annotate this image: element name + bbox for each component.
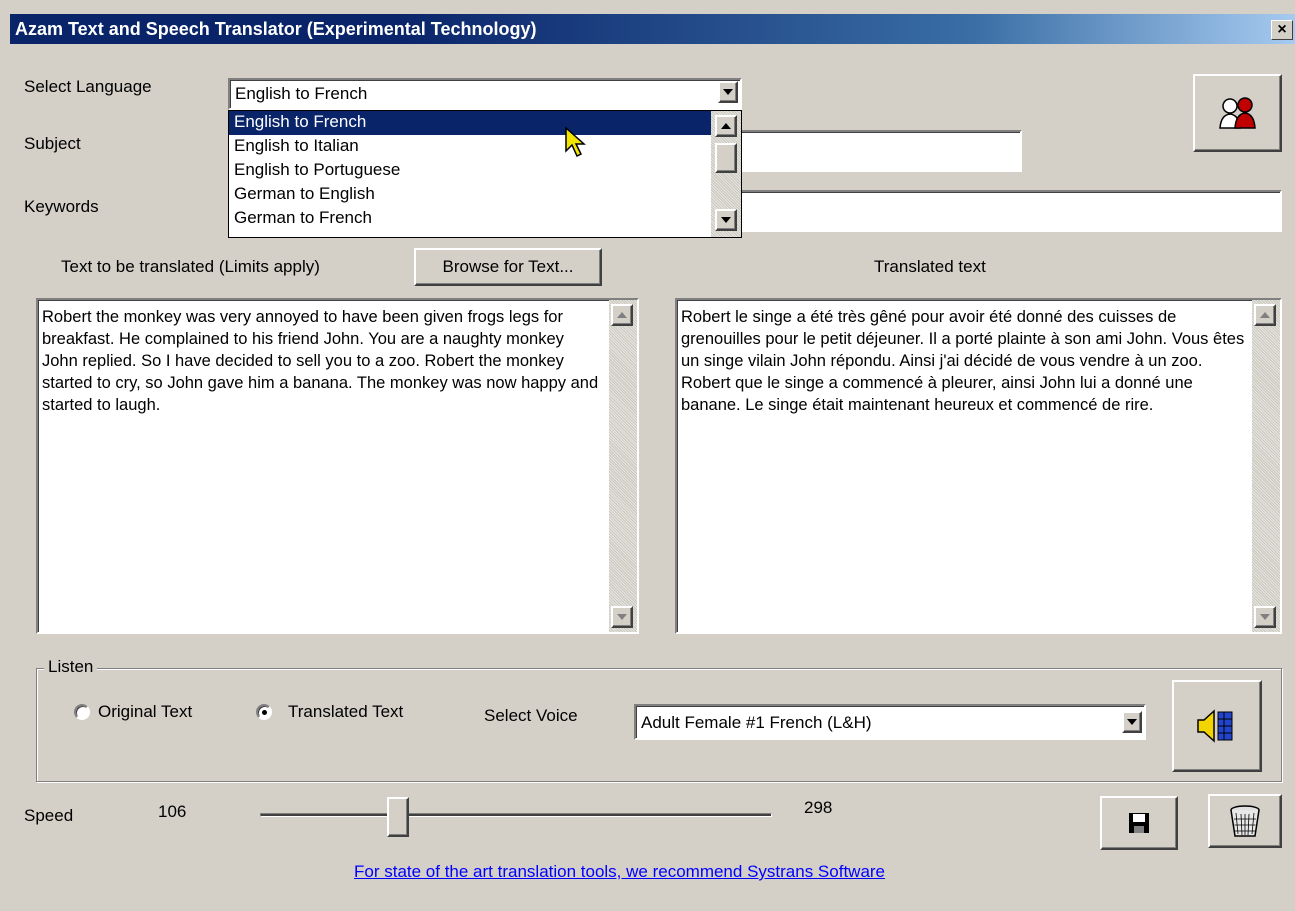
translated-text-radio[interactable] <box>256 704 272 720</box>
speed-min-value: 106 <box>158 802 187 821</box>
chevron-down-icon <box>723 89 733 95</box>
original-text-radio-label[interactable]: Original Text <box>98 702 192 722</box>
subject-label: Subject <box>24 134 81 153</box>
translated-text-area[interactable]: Robert le singe a été très gêné pour avo… <box>675 298 1282 634</box>
listen-legend: Listen <box>44 657 98 677</box>
voice-select[interactable]: Adult Female #1 French (L&H) <box>634 704 1146 740</box>
radio-selected-dot <box>262 710 267 715</box>
speed-label: Speed <box>24 806 74 825</box>
keywords-label: Keywords <box>24 197 99 216</box>
scroll-down-button[interactable] <box>1254 606 1276 628</box>
clear-button[interactable] <box>1208 794 1282 848</box>
speed-max-value: 298 <box>804 798 833 817</box>
language-dropdown-list: English to French English to Italian Eng… <box>228 110 742 238</box>
arrow-up-icon <box>721 123 731 129</box>
language-list-scrollbar[interactable] <box>711 111 741 237</box>
systrans-link[interactable]: For state of the art translation tools, … <box>354 862 885 882</box>
speak-button[interactable] <box>1172 680 1262 772</box>
scroll-thumb[interactable] <box>715 143 737 173</box>
translated-text-scrollbar[interactable] <box>1252 300 1280 632</box>
original-text-scrollbar[interactable] <box>609 300 637 632</box>
arrow-up-icon <box>1260 312 1270 318</box>
close-button[interactable]: × <box>1271 20 1293 40</box>
translated-text-label: Translated text <box>874 257 986 276</box>
voice-dropdown-button[interactable] <box>1122 711 1142 733</box>
wastebasket-icon <box>1230 805 1260 837</box>
arrow-up-icon <box>617 312 627 318</box>
language-select[interactable]: English to French <box>228 78 742 110</box>
arrow-down-icon <box>721 217 731 223</box>
language-option[interactable]: German to English <box>229 183 741 207</box>
window-title: Azam Text and Speech Translator (Experim… <box>15 19 537 39</box>
translated-text-radio-label[interactable]: Translated Text <box>288 702 403 722</box>
voice-select-value: Adult Female #1 French (L&H) <box>641 713 872 732</box>
scroll-down-button[interactable] <box>715 209 737 231</box>
language-option[interactable]: English to French <box>229 111 741 135</box>
select-voice-label: Select Voice <box>484 706 578 725</box>
speed-slider-track[interactable] <box>260 813 772 817</box>
chevron-down-icon <box>1127 719 1137 725</box>
original-text: Robert the monkey was very annoyed to ha… <box>42 308 599 414</box>
arrow-down-icon <box>1260 614 1270 620</box>
speaker-icon <box>1197 709 1233 743</box>
floppy-disk-icon <box>1129 813 1149 833</box>
browse-text-button[interactable]: Browse for Text... <box>414 248 602 286</box>
save-button[interactable] <box>1100 796 1178 850</box>
radio-circle <box>74 704 90 720</box>
speed-slider-thumb[interactable] <box>387 797 410 837</box>
original-text-area[interactable]: Robert the monkey was very annoyed to ha… <box>36 298 639 634</box>
language-option[interactable]: German to French <box>229 207 741 231</box>
language-option[interactable]: English to Italian <box>229 135 741 159</box>
scroll-up-button[interactable] <box>1254 304 1276 326</box>
arrow-down-icon <box>617 614 627 620</box>
original-text-radio[interactable] <box>74 704 90 720</box>
scroll-up-button[interactable] <box>715 115 737 137</box>
select-language-label: Select Language <box>24 77 152 96</box>
mouse-pointer-icon <box>565 127 586 158</box>
language-option[interactable]: English to Portuguese <box>229 159 741 183</box>
translated-text: Robert le singe a été très gêné pour avo… <box>681 308 1245 414</box>
radio-circle <box>256 704 272 720</box>
scroll-down-button[interactable] <box>611 606 633 628</box>
scroll-up-button[interactable] <box>611 304 633 326</box>
text-to-translate-label: Text to be translated (Limits apply) <box>61 257 320 276</box>
language-dropdown-button[interactable] <box>718 81 738 103</box>
title-bar: Azam Text and Speech Translator (Experim… <box>10 14 1295 44</box>
language-select-value: English to French <box>235 84 368 103</box>
people-button[interactable] <box>1193 74 1282 152</box>
people-icon <box>1218 97 1256 129</box>
